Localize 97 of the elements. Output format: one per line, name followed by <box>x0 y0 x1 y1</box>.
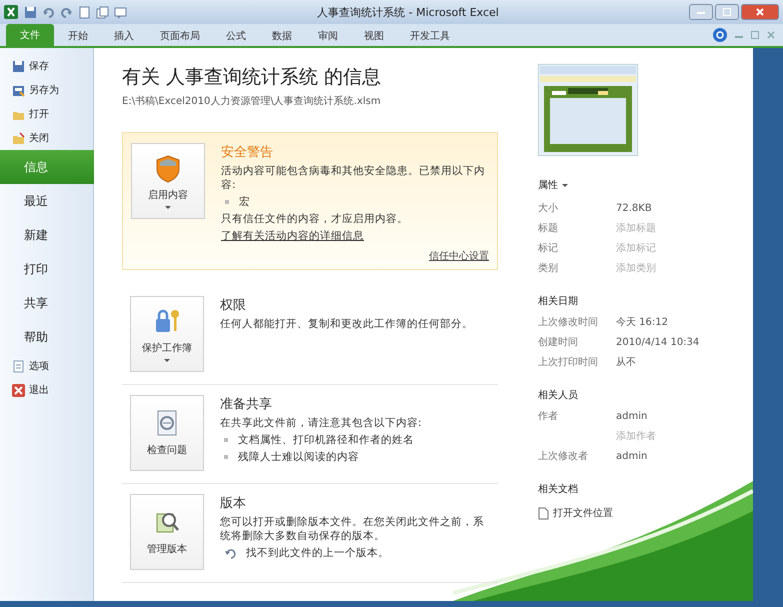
sidebar-command[interactable]: 保存 <box>0 54 93 78</box>
copy-icon[interactable] <box>96 6 109 18</box>
property-value: admin <box>616 450 648 462</box>
section-title: 安全警告 <box>221 144 274 161</box>
caret-icon <box>164 358 170 362</box>
folder-icon <box>12 132 25 144</box>
ribbon-tab[interactable]: 页面布局 <box>148 26 212 46</box>
ribbon-tab[interactable]: 审阅 <box>306 26 350 46</box>
section-title: 准备共享 <box>220 396 273 413</box>
open-file-location-link[interactable]: 打开文件位置 <box>538 506 743 520</box>
window-title: 人事查询统计系统 - Microsoft Excel <box>316 4 500 20</box>
document-icon <box>538 506 549 520</box>
property-value: 今天 16:12 <box>616 316 668 329</box>
section-button[interactable]: 管理版本 <box>130 494 204 570</box>
sidebar-command[interactable]: 选项 <box>0 354 93 378</box>
ribbon-tab[interactable]: 公式 <box>214 26 258 46</box>
info-heading: 有关 人事查询统计系统 的信息 <box>122 65 382 90</box>
property-label: 创建时间 <box>538 336 579 349</box>
group-heading: 相关日期 <box>538 294 579 308</box>
trust-center-link[interactable]: 信任中心设置 <box>429 249 489 263</box>
history-icon <box>224 547 236 559</box>
close-icon <box>12 384 25 396</box>
comment-icon[interactable] <box>114 6 127 18</box>
caret-icon <box>165 206 171 208</box>
property-label: 标题 <box>538 222 559 235</box>
property-value: 从不 <box>616 356 636 369</box>
sidebar-command[interactable]: 关闭 <box>0 126 93 150</box>
description-text: 在共享此文件前，请注意其包含以下内容: <box>220 416 423 430</box>
section-title: 权限 <box>220 297 247 314</box>
section-button[interactable]: 保护工作簿 <box>130 296 204 372</box>
property-label: 上次修改者 <box>538 450 589 463</box>
property-value: 72.8KB <box>616 202 652 214</box>
description-text: 您可以打开或删除版本文件。在您关闭此文件之前，系统将删除大多数自动保存的版本。 <box>220 515 485 543</box>
sidebar-tab[interactable]: 新建 <box>0 218 93 252</box>
property-input[interactable]: 添加标题 <box>616 222 706 234</box>
section-button[interactable]: 启用内容 <box>131 143 205 219</box>
bullet-text: 宏 <box>239 195 250 209</box>
maximize-button[interactable] <box>715 4 739 20</box>
sidebar-tab[interactable]: 帮助 <box>0 320 93 354</box>
ribbon-tab[interactable]: 数据 <box>260 26 304 46</box>
properties-label: 属性 <box>538 178 558 192</box>
close-button[interactable] <box>741 4 779 20</box>
undo-icon[interactable] <box>42 6 55 18</box>
bullet-icon <box>224 455 228 459</box>
ribbon-tab[interactable]: 插入 <box>102 26 146 46</box>
sidebar-command[interactable]: 退出 <box>0 378 93 402</box>
note-text: 找不到此文件的上一个版本。 <box>246 546 389 560</box>
properties-heading[interactable]: 属性 <box>538 178 743 192</box>
help-icon[interactable] <box>713 28 727 42</box>
property-input[interactable]: 添加类别 <box>616 262 706 274</box>
shield-icon <box>154 154 182 184</box>
ribbon-tab[interactable]: 视图 <box>352 26 396 46</box>
ribbon-tab[interactable]: 开始 <box>56 26 100 46</box>
property-input[interactable]: 添加作者 <box>616 430 706 442</box>
group-heading: 相关文档 <box>538 482 579 496</box>
document-icon[interactable] <box>78 6 91 18</box>
bullet-icon <box>224 438 228 442</box>
property-label: 大小 <box>538 202 559 215</box>
section-button[interactable]: 检查问题 <box>130 395 204 471</box>
bullet-text: 残障人士难以阅读的内容 <box>238 450 359 464</box>
property-label: 作者 <box>538 410 559 423</box>
group-heading: 相关人员 <box>538 388 579 402</box>
property-label: 类别 <box>538 262 559 275</box>
save-as-icon <box>12 84 25 96</box>
minimize-button[interactable] <box>689 4 713 20</box>
details-link[interactable]: 了解有关活动内容的详细信息 <box>221 229 489 243</box>
sidebar-tab[interactable]: 信息 <box>0 150 94 184</box>
maximize-icon <box>723 8 731 16</box>
property-label: 上次打印时间 <box>538 356 599 369</box>
caret-icon <box>562 184 568 186</box>
redo-icon[interactable] <box>60 6 73 18</box>
bullet-text: 文档属性、打印机路径和作者的姓名 <box>238 433 414 447</box>
close-icon <box>756 8 764 16</box>
ribbon-tab[interactable]: 开发工具 <box>398 26 462 46</box>
property-label: 上次修改时间 <box>538 316 599 329</box>
description-text: 活动内容可能包含病毒和其他安全隐患。已禁用以下内容: <box>221 164 486 192</box>
property-value: admin <box>616 410 648 422</box>
bullet-icon <box>225 200 229 204</box>
sidebar-command[interactable]: 另存为 <box>0 78 93 102</box>
save-icon <box>12 60 25 72</box>
excel-logo-icon <box>4 5 18 19</box>
sidebar-tab[interactable]: 最近 <box>0 184 93 218</box>
file-path: E:\书稿\Excel2010人力资源管理\人事查询统计系统.xlsm <box>122 94 382 108</box>
ribbon-tab[interactable]: 文件 <box>6 24 54 46</box>
save-icon[interactable] <box>24 6 37 18</box>
close-icon[interactable] <box>767 31 775 39</box>
sidebar-command[interactable]: 打开 <box>0 102 93 126</box>
sidebar-tab[interactable]: 共享 <box>0 286 93 320</box>
property-value: 2010/4/14 10:34 <box>616 336 700 348</box>
sidebar-tab[interactable]: 打印 <box>0 252 93 286</box>
description-text: 只有信任文件的内容，才应启用内容。 <box>221 212 409 226</box>
description-text: 任何人都能打开、复制和更改此工作簿的任何部分。 <box>220 317 474 331</box>
property-input[interactable]: 添加标记 <box>616 242 706 254</box>
section-title: 版本 <box>220 495 247 512</box>
restore-icon[interactable] <box>751 31 759 39</box>
document-icon <box>12 360 25 372</box>
property-label: 标记 <box>538 242 559 255</box>
